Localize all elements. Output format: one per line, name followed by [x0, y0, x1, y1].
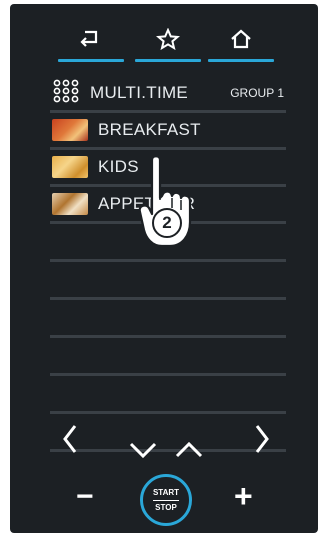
multi-time-dots-icon	[52, 79, 82, 108]
start-label: START	[152, 487, 180, 497]
scroll-left-button[interactable]	[60, 422, 80, 461]
chevron-left-icon	[63, 425, 77, 453]
scroll-right-button[interactable]	[252, 422, 272, 461]
top-navigation	[10, 4, 318, 66]
minus-button[interactable]: −	[76, 482, 94, 512]
favorite-button[interactable]	[135, 24, 201, 62]
program-list: MULTI.TIME GROUP 1 BREAKFAST KIDS APPETI…	[50, 76, 286, 452]
favorite-button-underline	[135, 59, 201, 62]
group-label: GROUP 1	[230, 86, 284, 100]
chevron-up-icon	[175, 441, 203, 458]
control-panel: MULTI.TIME GROUP 1 BREAKFAST KIDS APPETI…	[10, 4, 318, 533]
chevron-right-icon	[255, 425, 269, 453]
back-button-underline	[58, 59, 124, 62]
start-stop-divider	[153, 499, 179, 501]
list-header-multi-time[interactable]: MULTI.TIME GROUP 1	[50, 76, 286, 113]
list-item-label: BREAKFAST	[98, 120, 201, 139]
step-number-badge: 2	[152, 208, 182, 238]
back-button[interactable]	[58, 24, 124, 62]
bottom-controls: − START STOP +	[10, 474, 318, 533]
step-number: 2	[162, 213, 172, 232]
chevron-down-icon	[129, 442, 157, 459]
empty-list-row	[50, 338, 286, 376]
header-label: MULTI.TIME	[90, 83, 189, 102]
scroll-down-button[interactable]	[128, 440, 158, 465]
empty-list-row	[50, 262, 286, 300]
breakfast-thumbnail	[52, 119, 88, 141]
list-item-breakfast[interactable]: BREAKFAST	[50, 113, 286, 150]
scroll-up-button[interactable]	[174, 440, 204, 465]
home-button-underline	[208, 59, 274, 62]
stop-label: STOP	[155, 502, 177, 512]
kids-thumbnail	[52, 156, 88, 178]
home-button[interactable]	[208, 24, 274, 62]
star-icon	[155, 24, 181, 55]
appetizer-thumbnail	[52, 193, 88, 215]
list-item-label: KIDS	[98, 157, 139, 176]
empty-list-row	[50, 376, 286, 414]
home-icon	[229, 24, 253, 55]
empty-list-row	[50, 300, 286, 338]
start-stop-button[interactable]: START STOP	[140, 474, 192, 526]
empty-list-row	[50, 414, 286, 452]
back-arrow-icon	[79, 24, 103, 53]
tap-hand-callout	[138, 152, 204, 257]
plus-button[interactable]: +	[234, 480, 253, 512]
